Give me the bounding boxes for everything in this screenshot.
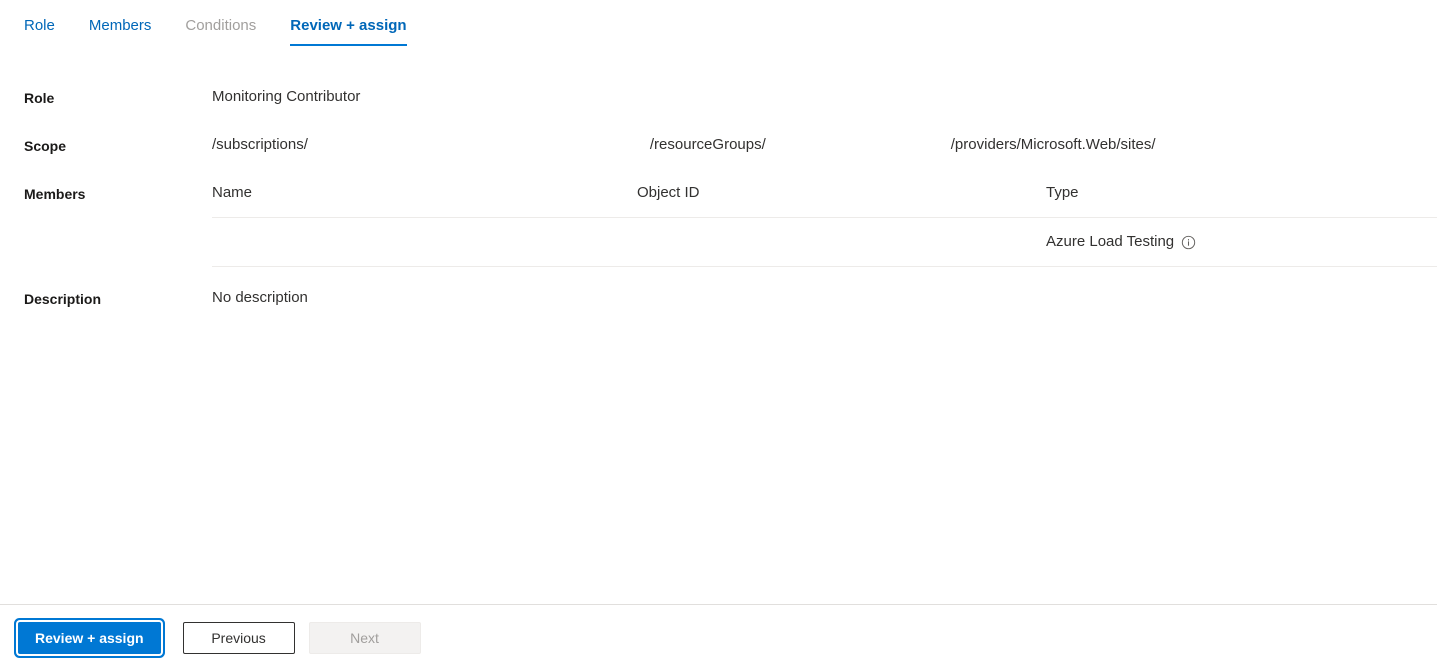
scope-row: Scope /subscriptions/ /resourceGroups/ /… <box>24 134 1437 156</box>
review-assign-button[interactable]: Review + assign <box>18 622 161 654</box>
tab-members[interactable]: Members <box>89 16 152 46</box>
wizard-tabs: Role Members Conditions Review + assign <box>24 16 441 54</box>
cell-name <box>212 217 637 267</box>
members-value: Name Object ID Type Azure Load Testing <box>212 182 1437 267</box>
members-table: Name Object ID Type Azure Load Testing <box>212 183 1437 267</box>
column-header-object-id: Object ID <box>637 183 1046 218</box>
scope-path: /subscriptions/ /resourceGroups/ /provid… <box>212 135 1437 155</box>
next-button: Next <box>308 622 421 654</box>
cell-object-id <box>637 217 1046 267</box>
scope-segment-subscriptions: /subscriptions/ <box>212 136 308 153</box>
type-cell-content: Azure Load Testing <box>1046 232 1437 252</box>
tab-role[interactable]: Role <box>24 16 55 46</box>
column-header-type: Type <box>1046 183 1437 218</box>
role-value: Monitoring Contributor <box>212 88 361 105</box>
assignment-summary: Role Monitoring Contributor Scope /subsc… <box>24 86 1437 335</box>
description-label: Description <box>24 291 102 307</box>
scope-value: /subscriptions/ /resourceGroups/ /provid… <box>212 134 1437 155</box>
scope-segment-providers: /providers/Microsoft.Web/sites/ <box>950 136 1156 153</box>
tab-review-assign[interactable]: Review + assign <box>290 16 407 46</box>
cell-type: Azure Load Testing <box>1046 217 1437 267</box>
cell-type-label: Azure Load Testing <box>1046 233 1175 250</box>
description-value: No description <box>212 289 308 306</box>
role-row: Role Monitoring Contributor <box>24 86 1437 108</box>
table-row: Azure Load Testing <box>212 217 1437 267</box>
role-label: Role <box>24 90 55 106</box>
members-table-head: Name Object ID Type <box>212 183 1437 218</box>
members-label: Members <box>24 186 86 202</box>
footer-actions: Review + assign Previous Next <box>0 605 1437 671</box>
previous-button[interactable]: Previous <box>182 622 295 654</box>
members-header-row: Name Object ID Type <box>212 183 1437 218</box>
review-assign-page: Role Members Conditions Review + assign … <box>0 0 1437 671</box>
scope-label: Scope <box>24 138 67 154</box>
members-row: Members Name Object ID Type Azure Load T… <box>24 182 1437 267</box>
column-header-name: Name <box>212 183 637 218</box>
scope-segment-resourcegroups: /resourceGroups/ <box>649 136 766 153</box>
members-table-body: Azure Load Testing <box>212 217 1437 267</box>
tab-conditions: Conditions <box>185 16 256 46</box>
description-row: Description No description <box>24 287 1437 309</box>
info-circle-icon[interactable] <box>1181 235 1196 250</box>
